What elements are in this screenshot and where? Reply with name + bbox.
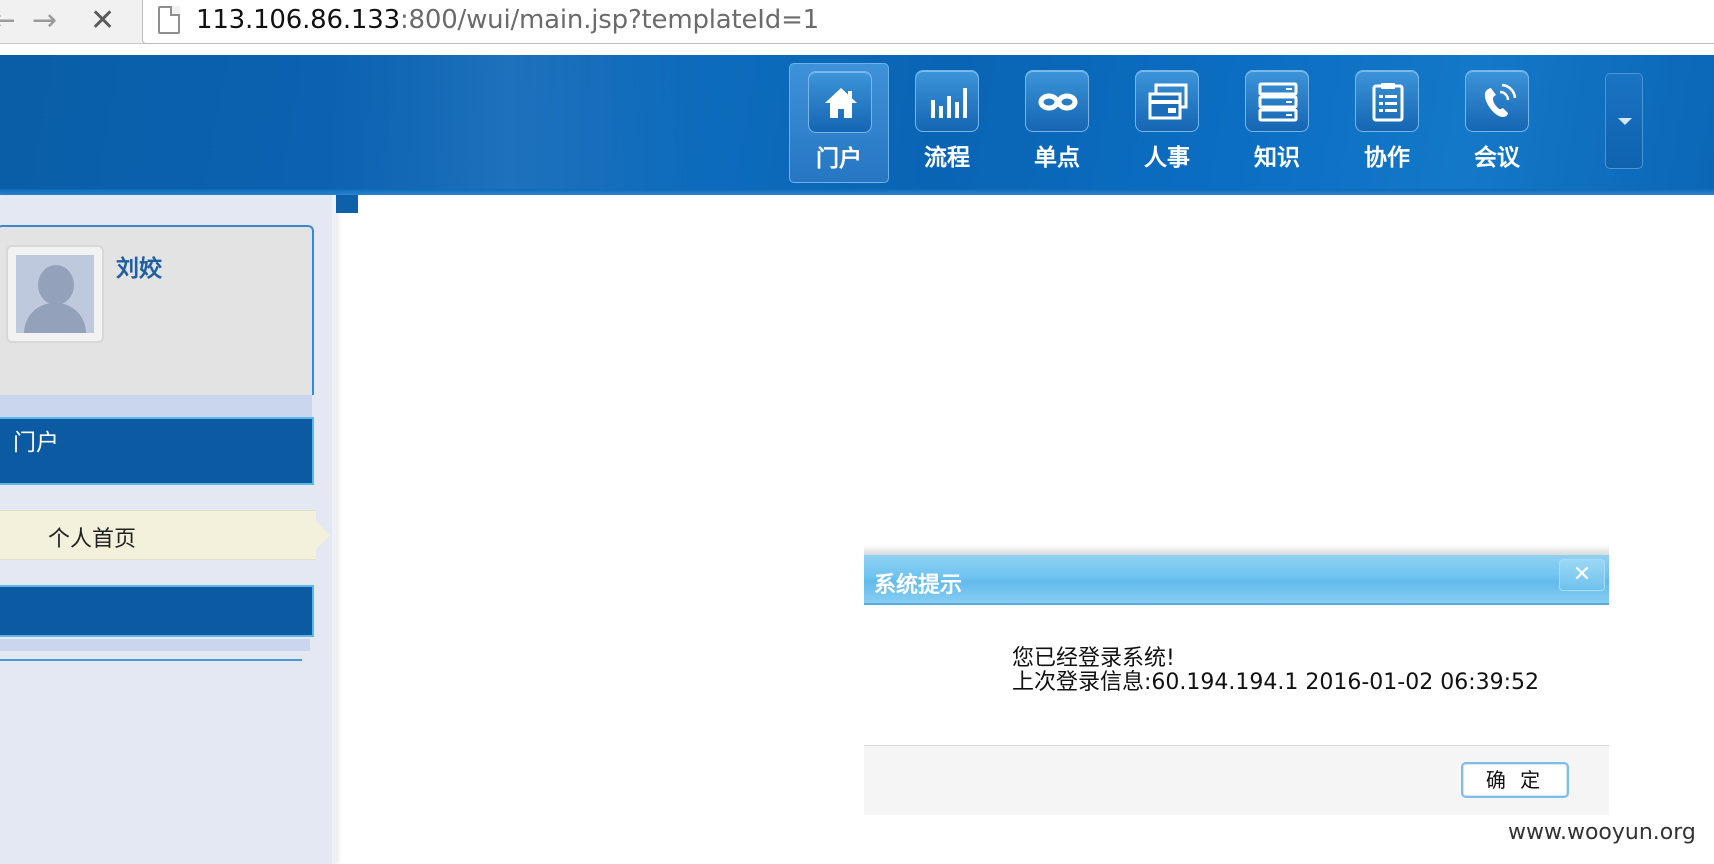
url-path: :800/wui/main.jsp?templateId=1	[399, 5, 820, 35]
nav-label-sso: 单点	[1034, 145, 1080, 171]
nav-label-collaboration: 协作	[1364, 145, 1410, 171]
watermark: www.wooyun.org	[1508, 820, 1696, 845]
sidebar-item-personal-home-label: 个人首页	[48, 527, 137, 552]
sidebar-collapse-tab[interactable]	[336, 195, 358, 213]
nav-item-portal[interactable]: 门户	[789, 63, 889, 183]
nav-label-knowledge: 知识	[1254, 145, 1300, 171]
avatar[interactable]	[6, 245, 104, 343]
clipboard-icon	[1355, 70, 1419, 132]
dialog-message-line2: 上次登录信息:60.194.194.1 2016-01-02 06:39:52	[1012, 670, 1540, 695]
url-host: 113.106.86.133	[196, 5, 400, 35]
nav-item-sso[interactable]: 单点	[1007, 63, 1107, 183]
nav-label-workflow: 流程	[924, 145, 970, 171]
sidebar-item-personal-home[interactable]: 个人首页	[0, 510, 330, 560]
dialog-footer: 确 定	[864, 745, 1609, 815]
divider	[0, 639, 310, 651]
dialog-shadow	[864, 545, 1609, 555]
system-prompt-dialog: 系统提示 ✕ 您已经登录系统! 上次登录信息:60.194.194.1 2016…	[864, 545, 1609, 815]
nav-label-hr: 人事	[1144, 145, 1190, 171]
dialog-title: 系统提示	[874, 573, 963, 598]
user-name[interactable]: 刘姣	[116, 249, 162, 283]
dialog-title-bar[interactable]: 系统提示 ✕	[864, 555, 1609, 605]
dialog-body: 您已经登录系统! 上次登录信息:60.194.194.1 2016-01-02 …	[864, 607, 1609, 745]
browser-toolbar: ← → ✕ 113.106.86.133:800/wui/main.jsp?te…	[0, 0, 1714, 44]
nav-item-knowledge[interactable]: 知识	[1227, 63, 1327, 183]
close-icon[interactable]: ✕	[1559, 559, 1605, 591]
more-dropdown-button[interactable]	[1605, 73, 1643, 169]
sidebar-menu-portal-label: 门户	[13, 430, 59, 456]
home-icon	[808, 71, 872, 133]
user-card: 刘姣	[0, 225, 314, 395]
page-document-icon	[158, 6, 180, 34]
nav-item-workflow[interactable]: 流程	[897, 63, 997, 183]
nav-item-collaboration[interactable]: 协作	[1337, 63, 1437, 183]
ok-button[interactable]: 确 定	[1461, 762, 1569, 798]
forward-arrow-icon[interactable]: →	[32, 4, 62, 38]
divider	[0, 659, 302, 661]
left-sidebar: 刘姣 门户 个人首页	[0, 195, 336, 864]
server-stack-icon	[1245, 70, 1309, 132]
nav-item-meeting[interactable]: 会议	[1447, 63, 1547, 183]
infinity-icon	[1025, 70, 1089, 132]
nav-label-portal: 门户	[816, 146, 862, 172]
bar-chart-icon	[915, 70, 979, 132]
divider	[0, 395, 312, 417]
nav-item-hr[interactable]: 人事	[1117, 63, 1217, 183]
sidebar-menu-portal[interactable]: 门户	[0, 417, 314, 485]
header-decoration	[320, 55, 700, 195]
avatar-placeholder-icon	[16, 255, 94, 333]
sidebar-menu-section[interactable]	[0, 585, 314, 637]
address-url[interactable]: 113.106.86.133:800/wui/main.jsp?template…	[196, 3, 819, 37]
back-arrow-icon[interactable]: ←	[0, 4, 14, 38]
dialog-message-line1: 您已经登录系统!	[1012, 646, 1175, 671]
top-header: 门户 流程 单点 人事 知识 协作 会议	[0, 55, 1714, 195]
nav-label-meeting: 会议	[1474, 145, 1520, 171]
stop-loading-icon[interactable]: ✕	[90, 4, 120, 38]
phone-icon	[1465, 70, 1529, 132]
id-cards-icon	[1135, 70, 1199, 132]
